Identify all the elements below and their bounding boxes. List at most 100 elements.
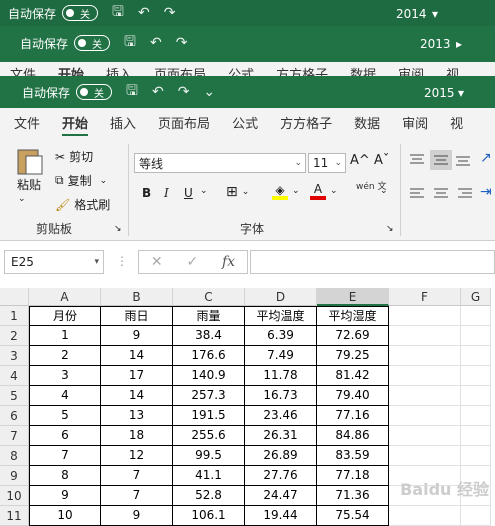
indent-icon[interactable]: ⇥ <box>480 184 492 200</box>
cancel-icon[interactable]: ✕ <box>151 254 163 270</box>
cell-B7[interactable]: 18 <box>101 426 173 446</box>
tab-6[interactable]: 数据 <box>354 113 380 136</box>
row-header-4[interactable]: 4 <box>0 366 29 386</box>
back-tab-5[interactable]: 方方格子 <box>276 64 328 76</box>
cell-C1[interactable]: 雨量 <box>173 306 245 326</box>
orientation-icon[interactable]: ↗ <box>480 150 492 166</box>
align-bottom-button[interactable] <box>454 152 472 168</box>
version-dropdown-icon[interactable]: ▾ <box>458 86 464 100</box>
cell-D7[interactable]: 26.31 <box>245 426 317 446</box>
cell-F7[interactable] <box>389 426 461 446</box>
cell-C8[interactable]: 99.5 <box>173 446 245 466</box>
fill-dropdown-icon[interactable]: ⌄ <box>292 186 300 196</box>
column-header-A[interactable]: A <box>29 288 101 306</box>
cell-C11[interactable]: 106.1 <box>173 506 245 526</box>
formula-input[interactable] <box>250 250 495 274</box>
cell-D3[interactable]: 7.49 <box>245 346 317 366</box>
cell-D8[interactable]: 26.89 <box>245 446 317 466</box>
cell-F1[interactable] <box>389 306 461 326</box>
cell-C7[interactable]: 255.6 <box>173 426 245 446</box>
cell-A1[interactable]: 月份 <box>29 306 101 326</box>
row-header-8[interactable]: 8 <box>0 446 29 466</box>
cell-A10[interactable]: 9 <box>29 486 101 506</box>
back-tab-7[interactable]: 审阅 <box>398 64 424 76</box>
cell-C10[interactable]: 52.8 <box>173 486 245 506</box>
cell-E6[interactable]: 77.16 <box>317 406 389 426</box>
fill-color-button[interactable]: ◈ <box>272 184 288 200</box>
underline-dropdown-icon[interactable]: ⌄ <box>200 186 208 196</box>
cell-A6[interactable]: 5 <box>29 406 101 426</box>
undo-icon[interactable]: ↶ <box>138 5 150 21</box>
tab-4[interactable]: 公式 <box>232 113 258 136</box>
cell-E3[interactable]: 79.25 <box>317 346 389 366</box>
cell-E1[interactable]: 平均湿度 <box>317 306 389 326</box>
cell-F8[interactable] <box>389 446 461 466</box>
column-header-E[interactable]: E <box>317 288 389 306</box>
back-tab-1[interactable]: 开始 <box>58 64 84 76</box>
paste-dropdown-icon[interactable]: ⌄ <box>18 194 26 204</box>
cell-D6[interactable]: 23.46 <box>245 406 317 426</box>
confirm-icon[interactable]: ✓ <box>186 254 198 270</box>
save-icon[interactable]: 🖫 <box>126 80 138 104</box>
row-header-9[interactable]: 9 <box>0 466 29 486</box>
font-color-button[interactable]: A <box>310 182 326 200</box>
cell-C5[interactable]: 257.3 <box>173 386 245 406</box>
version-dropdown-icon[interactable]: ▸ <box>456 37 462 51</box>
row-header-3[interactable]: 3 <box>0 346 29 366</box>
row-header-5[interactable]: 5 <box>0 386 29 406</box>
cell-G8[interactable] <box>461 446 491 466</box>
cut-button[interactable]: ✂ 剪切 <box>55 148 93 165</box>
cell-B2[interactable]: 9 <box>101 326 173 346</box>
cell-A8[interactable]: 7 <box>29 446 101 466</box>
cell-A4[interactable]: 3 <box>29 366 101 386</box>
cell-D9[interactable]: 27.76 <box>245 466 317 486</box>
row-header-10[interactable]: 10 <box>0 486 29 506</box>
grow-font-button[interactable]: A^ <box>350 153 370 168</box>
fx-icon[interactable]: fx <box>222 254 235 270</box>
cell-E9[interactable]: 77.18 <box>317 466 389 486</box>
tab-0[interactable]: 文件 <box>14 113 40 136</box>
cell-E5[interactable]: 79.40 <box>317 386 389 406</box>
save-icon[interactable]: 🖫 <box>124 31 136 55</box>
cell-G2[interactable] <box>461 326 491 346</box>
customize-toolbar-icon[interactable]: ⌄ <box>203 84 215 100</box>
cell-G1[interactable] <box>461 306 491 326</box>
cell-A11[interactable]: 10 <box>29 506 101 526</box>
cell-B11[interactable]: 9 <box>101 506 173 526</box>
cell-C3[interactable]: 176.6 <box>173 346 245 366</box>
row-header-6[interactable]: 6 <box>0 406 29 426</box>
back-tab-6[interactable]: 数据 <box>350 64 376 76</box>
borders-button[interactable]: ⊞ ⌄ <box>226 184 249 200</box>
cell-F5[interactable] <box>389 386 461 406</box>
cell-F3[interactable] <box>389 346 461 366</box>
cell-F4[interactable] <box>389 366 461 386</box>
cell-E2[interactable]: 72.69 <box>317 326 389 346</box>
cell-C4[interactable]: 140.9 <box>173 366 245 386</box>
back-tab-4[interactable]: 公式 <box>228 64 254 76</box>
cell-A9[interactable]: 8 <box>29 466 101 486</box>
cell-B1[interactable]: 雨日 <box>101 306 173 326</box>
row-header-2[interactable]: 2 <box>0 326 29 346</box>
cell-E10[interactable]: 71.36 <box>317 486 389 506</box>
cell-C6[interactable]: 191.5 <box>173 406 245 426</box>
cell-B9[interactable]: 7 <box>101 466 173 486</box>
align-center-button[interactable] <box>432 186 450 202</box>
cell-F6[interactable] <box>389 406 461 426</box>
row-header-7[interactable]: 7 <box>0 426 29 446</box>
cell-E11[interactable]: 75.54 <box>317 506 389 526</box>
cell-C9[interactable]: 41.1 <box>173 466 245 486</box>
cell-D5[interactable]: 16.73 <box>245 386 317 406</box>
autosave-toggle[interactable]: 关 <box>74 35 111 51</box>
cell-A5[interactable]: 4 <box>29 386 101 406</box>
cell-E8[interactable]: 83.59 <box>317 446 389 466</box>
select-all-corner[interactable] <box>0 288 29 306</box>
cell-C2[interactable]: 38.4 <box>173 326 245 346</box>
cell-B3[interactable]: 14 <box>101 346 173 366</box>
font-color-dropdown-icon[interactable]: ⌄ <box>330 186 338 196</box>
tab-8[interactable]: 视 <box>450 113 463 136</box>
cell-G4[interactable] <box>461 366 491 386</box>
tab-7[interactable]: 审阅 <box>402 113 428 136</box>
format-painter-button[interactable]: 🖌 格式刷 <box>55 196 110 213</box>
autosave-toggle[interactable]: 关 <box>76 84 113 100</box>
cell-B4[interactable]: 17 <box>101 366 173 386</box>
